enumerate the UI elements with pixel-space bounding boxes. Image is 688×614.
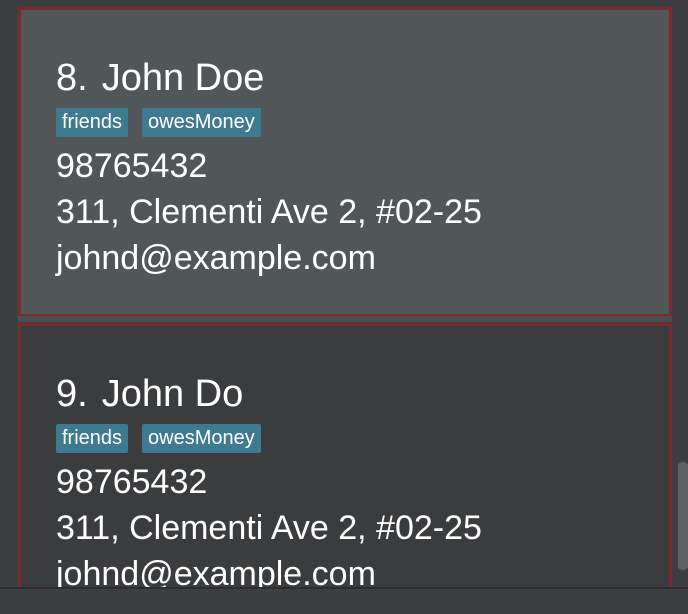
list-separator — [18, 316, 672, 322]
person-name: John Do — [101, 373, 244, 415]
scrollbar-thumb[interactable] — [678, 462, 688, 570]
tag-owes-money: owesMoney — [142, 108, 261, 137]
person-name-row: 8. John Doe — [56, 56, 649, 100]
person-card[interactable]: 9. John Do friends owesMoney 98765432 311… — [18, 323, 672, 614]
vertical-scrollbar[interactable] — [678, 0, 688, 614]
person-name: John Doe — [101, 57, 265, 99]
tag-owes-money: owesMoney — [142, 424, 261, 453]
person-address: 311, Clementi Ave 2, #02-25 — [56, 509, 482, 547]
person-card-body: 9. John Do friends owesMoney 98765432 311… — [56, 372, 649, 597]
person-index: 9. — [56, 373, 88, 415]
person-tags: friends owesMoney — [56, 424, 649, 453]
person-tags: friends owesMoney — [56, 108, 649, 137]
tag-friends: friends — [56, 424, 129, 453]
person-list: 8. John Doe friends owesMoney 98765432 31… — [0, 0, 688, 614]
person-phone: 98765432 — [56, 147, 208, 185]
list-bottom-edge — [0, 587, 688, 614]
person-name-row: 9. John Do — [56, 372, 649, 416]
person-card-body: 8. John Doe friends owesMoney 98765432 31… — [56, 56, 649, 281]
person-phone: 98765432 — [56, 463, 208, 501]
person-card-selected[interactable]: 8. John Doe friends owesMoney 98765432 31… — [18, 7, 672, 317]
person-index: 8. — [56, 57, 88, 99]
person-address: 311, Clementi Ave 2, #02-25 — [56, 193, 482, 231]
tag-friends: friends — [56, 108, 129, 137]
person-email: johnd@example.com — [56, 239, 376, 277]
